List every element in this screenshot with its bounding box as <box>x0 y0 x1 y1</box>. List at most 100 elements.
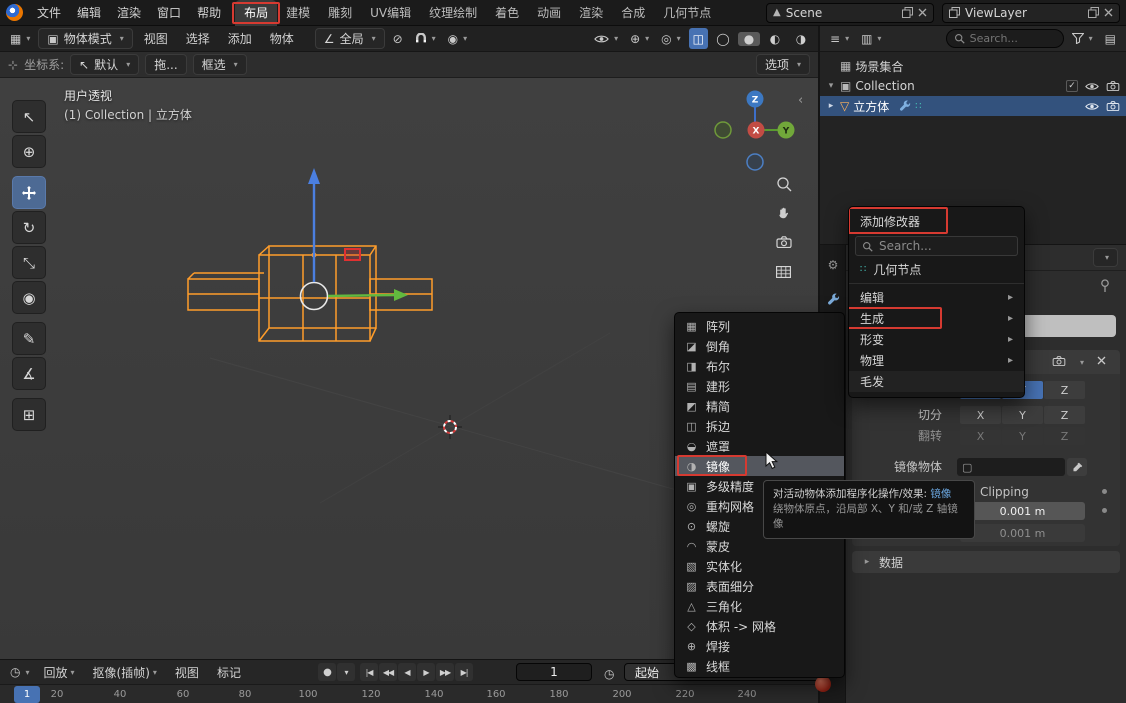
outliner-search-input[interactable] <box>970 32 1050 45</box>
outliner-collection-row[interactable]: ▾ ▣ Collection ✓ <box>820 76 1126 96</box>
material-icon[interactable] <box>815 676 831 692</box>
jump-start-button[interactable]: |◀ <box>360 663 378 681</box>
select-mode-dropdown[interactable]: 框选▾ <box>193 54 247 75</box>
gizmo-y-arrow[interactable] <box>394 289 408 301</box>
shading-solid-button[interactable]: ● <box>738 32 760 46</box>
modifier-search-field[interactable]: Search... <box>855 236 1018 256</box>
playhead-marker[interactable]: 1 <box>14 686 40 703</box>
outliner-object-row[interactable]: ▸ ▽ 立方体 ∷ <box>820 96 1126 116</box>
hide-eye-icon[interactable] <box>1085 102 1099 111</box>
disable-render-camera-icon[interactable] <box>1106 81 1120 91</box>
menu-item-wireframe[interactable]: ▩线框 <box>675 656 844 676</box>
remove-viewlayer-icon[interactable] <box>1104 8 1113 17</box>
bisect-z-toggle[interactable]: Z <box>1044 406 1085 424</box>
menu-select[interactable]: 选择 <box>179 28 217 50</box>
new-scene-icon[interactable] <box>902 7 913 18</box>
flip-y-toggle[interactable]: Y <box>1002 427 1043 445</box>
coord-system-dropdown[interactable]: ↖默认▾ <box>70 54 139 75</box>
move-gizmo[interactable] <box>301 168 409 310</box>
workspace-tab-compositing[interactable]: 合成 <box>612 0 654 26</box>
outliner-display-mode-button[interactable]: ▥▾ <box>857 28 885 49</box>
menu-item-build[interactable]: ▤建形 <box>675 376 844 396</box>
workspace-tab-uv-editing[interactable]: UV编辑 <box>361 0 420 26</box>
workspace-tab-modeling[interactable]: 建模 <box>277 0 319 26</box>
blender-logo-icon[interactable] <box>6 4 23 21</box>
outliner-editor-type-button[interactable]: ≡▾ <box>826 28 853 49</box>
menu-item-hair-category[interactable]: 毛发 <box>849 371 1024 392</box>
workspace-tab-texture-paint[interactable]: 纹理绘制 <box>420 0 486 26</box>
timeline-editor-type-button[interactable]: ◷▾ <box>6 662 34 683</box>
workspace-tab-shading[interactable]: 着色 <box>486 0 528 26</box>
axis-z-toggle[interactable]: Z <box>1044 381 1085 399</box>
collapse-region-icon[interactable]: ‹ <box>798 93 803 108</box>
outliner-search[interactable] <box>946 29 1064 48</box>
show-visibility-dropdown[interactable]: ▾ <box>590 28 622 49</box>
modifier-render-camera-icon[interactable] <box>1052 356 1066 366</box>
shading-material-button[interactable]: ◐ <box>764 32 786 46</box>
flip-x-toggle[interactable]: X <box>960 427 1001 445</box>
zoom-icon[interactable] <box>778 178 791 191</box>
unlink-scene-icon[interactable] <box>918 8 927 17</box>
workspace-tab-sculpting[interactable]: 雕刻 <box>319 0 361 26</box>
menu-item-edge-split[interactable]: ◫拆边 <box>675 416 844 436</box>
animate-dot-icon[interactable] <box>1102 489 1107 494</box>
expander-icon[interactable]: ▸ <box>826 101 836 111</box>
auto-key-dropdown[interactable]: ▾ <box>337 663 355 681</box>
transform-orientation-dropdown[interactable]: ∠ 全局▾ <box>315 28 385 49</box>
snap-dropdown[interactable]: ▾ <box>411 28 440 49</box>
menu-timeline-view[interactable]: 视图 <box>167 661 207 683</box>
bisect-y-toggle[interactable]: Y <box>1002 406 1043 424</box>
timeline-ruler[interactable]: 1 20 40 60 80 100 120 140 160 180 200 22… <box>0 684 818 703</box>
gizmo-z-arrow[interactable] <box>308 168 320 184</box>
proportional-edit-dropdown[interactable]: ◉▾ <box>444 28 472 49</box>
gizmos-dropdown[interactable]: ⊕▾ <box>626 28 653 49</box>
menu-item-triangulate[interactable]: △三角化 <box>675 596 844 616</box>
collection-checkbox[interactable]: ✓ <box>1066 80 1078 92</box>
workspace-tab-rendering[interactable]: 渲染 <box>570 0 612 26</box>
menu-render[interactable]: 渲染 <box>109 2 149 24</box>
preview-range-toggle[interactable]: ◷ <box>600 663 618 684</box>
bisect-x-toggle[interactable]: X <box>960 406 1001 424</box>
bisect-distance-field[interactable]: 0.001 m <box>960 524 1085 542</box>
menu-item-mirror[interactable]: ◑镜像 <box>675 456 844 476</box>
pin-icon[interactable] <box>1100 279 1110 293</box>
orthographic-toggle-icon[interactable] <box>777 267 791 278</box>
auto-key-button[interactable]: ● <box>318 663 336 681</box>
menu-item-solidify[interactable]: ▧实体化 <box>675 556 844 576</box>
play-button[interactable]: ▶ <box>417 663 435 681</box>
current-frame-field[interactable]: 1 <box>516 663 592 681</box>
menu-playback[interactable]: 回放▾ <box>36 661 83 683</box>
menu-help[interactable]: 帮助 <box>189 2 229 24</box>
properties-breadcrumb-dropdown[interactable]: ▾ <box>1093 248 1118 267</box>
jump-end-button[interactable]: ▶| <box>455 663 473 681</box>
scene-selector[interactable]: ▲ Scene <box>766 3 934 23</box>
outliner-scene-collection[interactable]: ▦ 场景集合 <box>820 56 1126 76</box>
menu-item-decimate[interactable]: ◩精简 <box>675 396 844 416</box>
menu-keying[interactable]: 抠像(插帧)▾ <box>85 661 165 683</box>
axis-gizmo[interactable]: Z Y X <box>715 91 795 171</box>
overlays-dropdown[interactable]: ◎▾ <box>657 28 685 49</box>
options-dropdown[interactable]: 选项▾ <box>756 54 810 75</box>
modifier-tab-icon[interactable] <box>823 289 843 309</box>
menu-item-array[interactable]: ▦阵列 <box>675 316 844 336</box>
snap-toggle[interactable]: ⊘ <box>389 28 407 49</box>
prev-keyframe-button[interactable]: ◀◀ <box>379 663 397 681</box>
axis-minus-z-ball[interactable] <box>747 154 763 170</box>
camera-view-icon[interactable] <box>777 237 791 248</box>
menu-item-geometry-nodes[interactable]: ∷ 几何节点 <box>849 259 1024 280</box>
mode-dropdown[interactable]: ▣ 物体模式▾ <box>38 28 132 49</box>
data-subpanel-header[interactable]: ▸ 数据 <box>852 551 1120 573</box>
filter-icon[interactable]: ▾ <box>1068 28 1097 49</box>
menu-add[interactable]: 添加 <box>221 28 259 50</box>
hide-eye-icon[interactable] <box>1085 82 1099 91</box>
menu-window[interactable]: 窗口 <box>149 2 189 24</box>
menu-item-volume-to-mesh[interactable]: ◇体积 -> 网格 <box>675 616 844 636</box>
outliner-options-icon[interactable]: ▤ <box>1101 28 1120 49</box>
editor-type-button[interactable]: ▦▾ <box>6 28 34 49</box>
viewlayer-selector[interactable]: ViewLayer <box>942 3 1120 23</box>
menu-edit[interactable]: 编辑 <box>69 2 109 24</box>
tool-tab-icon[interactable]: ⚙ <box>823 255 843 275</box>
modifier-extras-dropdown[interactable]: ▾ <box>1080 358 1084 367</box>
menu-item-deform-category[interactable]: 形变▸ <box>849 329 1024 350</box>
workspace-tab-animation[interactable]: 动画 <box>528 0 570 26</box>
